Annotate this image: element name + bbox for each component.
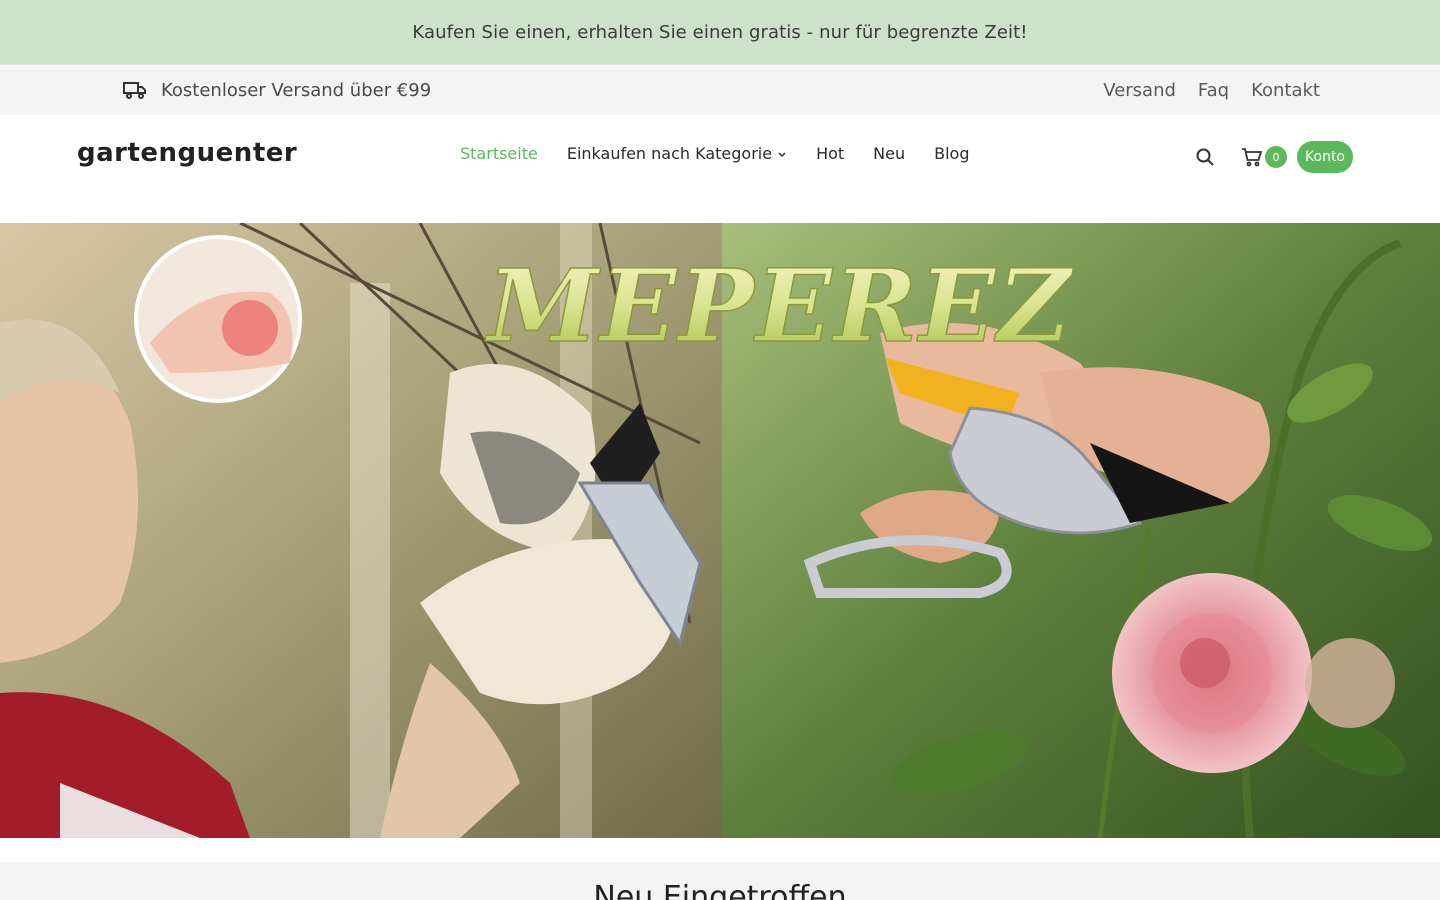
utility-bar: Kostenloser Versand über €99 Versand Faq… <box>0 64 1440 114</box>
nav-item-kategorie[interactable]: Einkaufen nach Kategorie <box>567 144 787 163</box>
utility-link-versand[interactable]: Versand <box>1103 80 1176 101</box>
chevron-down-icon <box>778 151 786 157</box>
hero-banner[interactable]: MEPEREZ <box>0 223 1440 838</box>
main-nav: Startseite Einkaufen nach Kategorie Hot … <box>460 144 970 163</box>
cart-button[interactable]: 0 <box>1241 146 1288 168</box>
utility-link-faq[interactable]: Faq <box>1198 80 1229 101</box>
header-tools: 0 Konto <box>1195 141 1353 173</box>
nav-item-neu[interactable]: Neu <box>873 144 905 163</box>
hero-image: MEPEREZ <box>0 223 1440 838</box>
nav-item-label: Einkaufen nach Kategorie <box>566 144 773 163</box>
hero-brand-text: MEPEREZ <box>485 247 1075 365</box>
cart-icon <box>1242 148 1263 167</box>
utility-link-kontakt[interactable]: Kontakt <box>1251 80 1320 101</box>
hand-pain-inset <box>134 235 302 403</box>
nav-item-label: Hot <box>816 144 845 163</box>
site-header: gartenguenter Startseite Einkaufen nach … <box>0 114 1440 202</box>
nav-item-label: Blog <box>934 144 970 163</box>
shipping-text: Kostenloser Versand über €99 <box>161 79 432 101</box>
nav-item-hot[interactable]: Hot <box>816 144 844 163</box>
section-title: Neu Eingetroffen <box>593 880 847 900</box>
account-button[interactable]: Konto <box>1297 141 1353 173</box>
new-arrivals-section: Neu Eingetroffen <box>0 862 1440 900</box>
promo-text: Kaufen Sie einen, erhalten Sie einen gra… <box>412 21 1028 43</box>
nav-item-blog[interactable]: Blog <box>934 144 969 163</box>
nav-item-label: Startseite <box>460 144 538 163</box>
truck-icon <box>123 82 146 99</box>
site-logo[interactable]: gartenguenter <box>77 138 297 168</box>
nav-item-label: Neu <box>873 144 906 163</box>
shipping-note: Kostenloser Versand über €99 <box>123 65 431 115</box>
promo-bar: Kaufen Sie einen, erhalten Sie einen gra… <box>0 0 1440 64</box>
nav-item-startseite[interactable]: Startseite <box>460 144 538 163</box>
search-icon[interactable] <box>1195 147 1215 167</box>
cart-count-badge: 0 <box>1265 146 1288 168</box>
utility-links: Versand Faq Kontakt <box>1103 65 1320 115</box>
